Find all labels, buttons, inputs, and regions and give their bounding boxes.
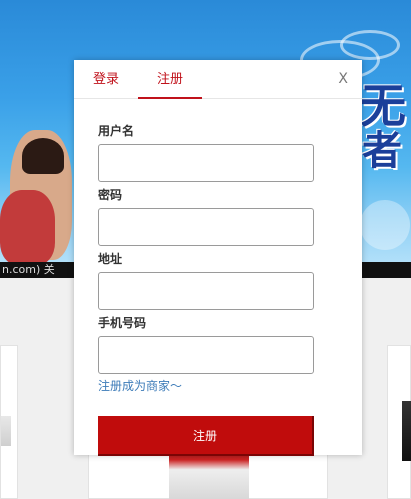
username-label: 用户名 [98,124,135,138]
close-button[interactable]: X [338,71,348,87]
modal-tab-bar: 登录 注册 X [74,60,362,99]
password-label: 密码 [98,188,123,202]
register-modal: 登录 注册 X 用户名 密码 地址 手机号码 注册成为商家～ 注册 [74,60,362,456]
register-form: 用户名 密码 地址 手机号码 注册成为商家～ 注册 [98,123,314,456]
banner-child-image [0,190,55,265]
username-input[interactable] [98,144,314,182]
banner-swirl-decoration [340,30,400,60]
product-image [402,401,411,461]
banner-slogan-text-2: 者 [362,127,402,174]
product-image [1,416,11,446]
product-card[interactable] [387,345,411,499]
banner-bubble-decoration [360,200,410,250]
product-image [169,450,249,499]
address-label: 地址 [98,252,123,266]
phone-label: 手机号码 [98,316,147,330]
register-submit-button[interactable]: 注册 [98,416,314,456]
register-merchant-link[interactable]: 注册成为商家～ [98,378,314,394]
banner-hair-shape [22,138,64,174]
tab-login[interactable]: 登录 [74,60,138,99]
password-input[interactable] [98,208,314,246]
tab-register[interactable]: 注册 [138,60,202,99]
product-card[interactable] [0,345,18,499]
phone-input[interactable] [98,336,314,374]
address-input[interactable] [98,272,314,310]
